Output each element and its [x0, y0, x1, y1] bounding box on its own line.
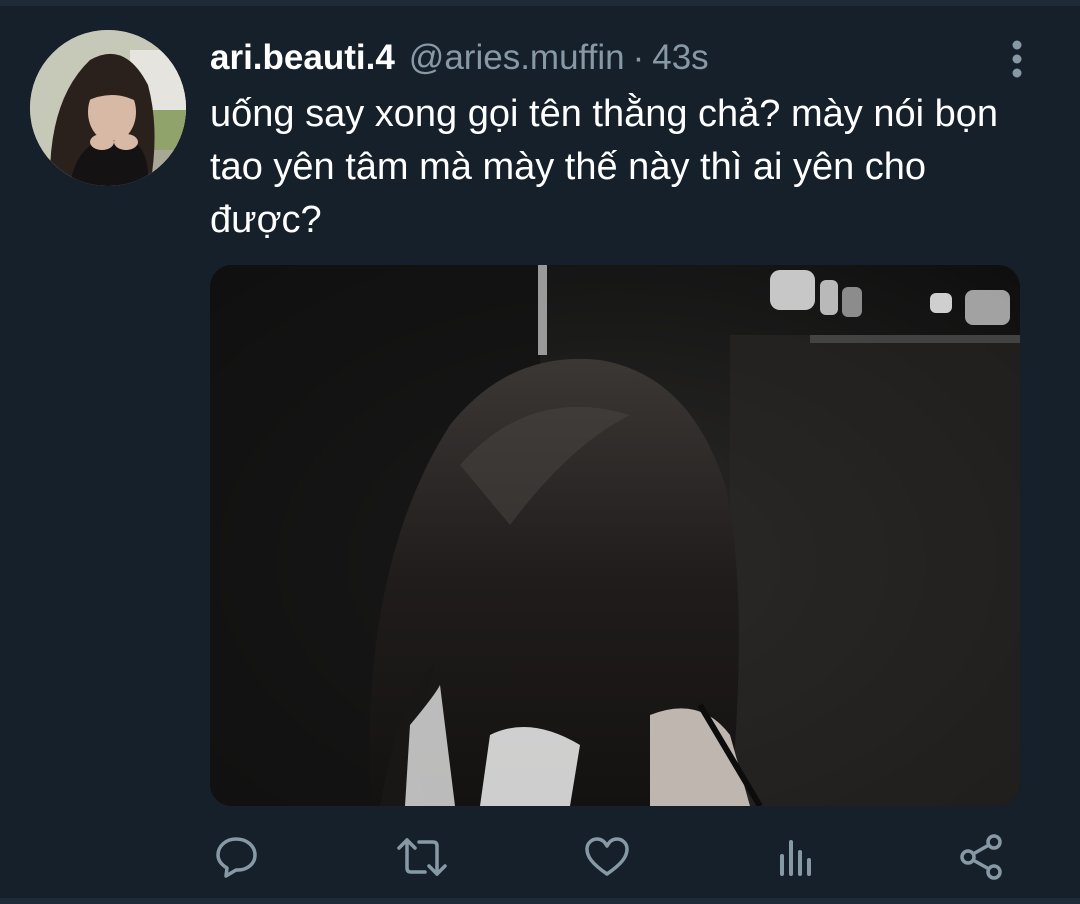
- separator-dot: ·: [632, 38, 645, 77]
- retweet-icon[interactable]: [395, 830, 449, 884]
- more-options-icon[interactable]: [1000, 38, 1034, 80]
- tweet-text: uống say xong gọi tên thằng chả? mày nói…: [210, 93, 999, 241]
- handle[interactable]: @aries.muffin: [409, 38, 625, 78]
- timestamp[interactable]: 43s: [652, 38, 708, 78]
- bar-chart-icon[interactable]: [768, 830, 822, 884]
- avatar[interactable]: [30, 30, 186, 186]
- tweet-header: ari.beauti.4 @aries.muffin · 43s: [210, 38, 709, 86]
- tweet-actions: [0, 822, 1080, 892]
- share-icon[interactable]: [954, 830, 1008, 884]
- media-photo: [210, 265, 1020, 806]
- display-name[interactable]: ari.beauti.4: [210, 38, 395, 78]
- top-divider: [0, 0, 1080, 6]
- reply-bubble-icon[interactable]: [210, 830, 264, 884]
- bottom-divider: [0, 898, 1080, 904]
- avatar-photo: [30, 30, 186, 186]
- heart-icon[interactable]: [580, 830, 634, 884]
- tweet-media[interactable]: [210, 265, 1020, 806]
